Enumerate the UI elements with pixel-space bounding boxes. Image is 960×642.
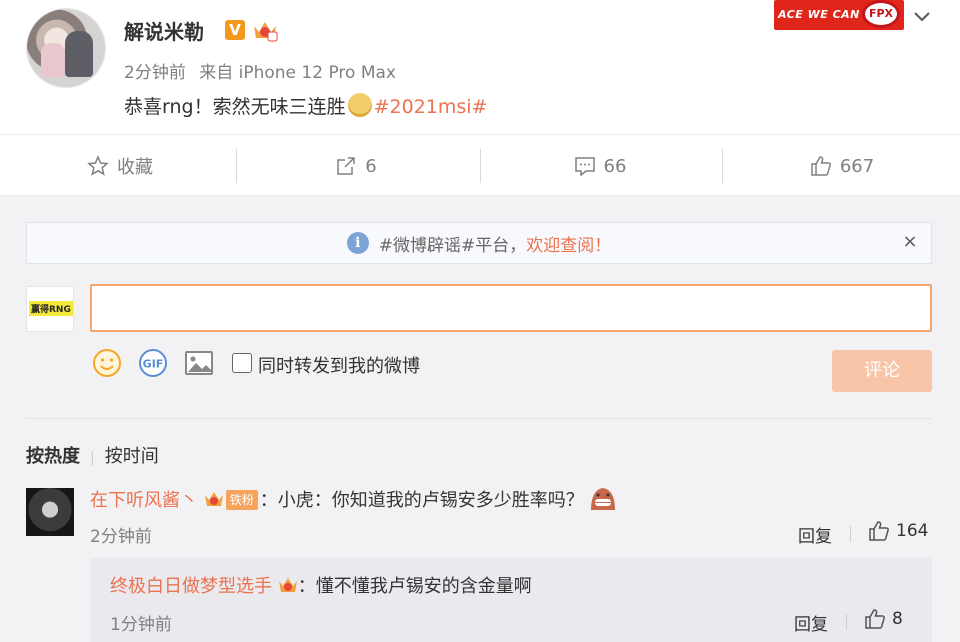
submit-comment-button[interactable]: 评论 [832,350,932,392]
comment-count: 66 [603,155,627,177]
my-avatar-text: 赢得RNG [29,301,73,316]
gif-icon[interactable]: GIF [138,348,168,378]
comment-button[interactable]: 66 [480,135,720,197]
sort-by-time[interactable]: 按时间 [105,446,159,467]
reply-thread: 终极白日做梦型选手 ：懂不懂我卢锡安的含金量啊 1分钟前 回复 8 [90,558,932,642]
emoji-icon[interactable] [92,348,122,378]
reply-button[interactable]: 回复 [798,522,832,547]
info-icon: i [346,232,369,254]
commenter-avatar[interactable] [26,488,74,536]
reply-text: ：懂不懂我卢锡安的含金量啊 [297,576,532,597]
comment-input[interactable] [90,284,932,332]
thumb-up-icon [869,521,889,541]
post-meta: 2分钟前 来自 iPhone 12 Pro Max [124,58,404,83]
replier-name[interactable]: 终极白日做梦型选手 [110,576,272,597]
grimace-emoji-icon [590,488,615,510]
post-text: 恭喜rng！索然无味三连胜 [124,96,346,118]
comment-time: 2分钟前 [90,527,152,547]
post-time: 2分钟前 [124,63,186,83]
favorite-label: 收藏 [117,157,153,178]
crown-fan-icon [204,492,223,506]
crown-fan-icon [254,22,278,42]
repost-checkbox-label[interactable]: 同时转发到我的微博 [258,352,420,378]
doge-emoji-icon [347,93,372,117]
my-avatar: 赢得RNG [26,286,74,332]
avatar-figure-adult [65,31,93,77]
crown-fan-icon [278,578,297,592]
reply-text-line: 终极白日做梦型选手 ：懂不懂我卢锡安的含金量啊 [110,572,532,598]
comment-section: i #微博辟谣#平台， 欢迎查阅！ × 赢得RNG GIF 同时转发到我的微博 … [0,196,960,642]
post-source: 来自 iPhone 12 Pro Max [199,63,396,83]
image-icon[interactable] [184,348,214,378]
divider [846,614,847,630]
comment-icon [574,157,595,177]
reply-button[interactable]: 回复 [794,610,828,635]
sort-by-hot[interactable]: 按热度 [26,446,80,467]
banner-text: ACE WE CAN [778,8,860,21]
share-icon [337,157,356,175]
thumb-up-icon [865,609,885,629]
sort-divider: | [90,450,95,466]
repost-button[interactable]: 6 [236,135,476,197]
favorite-button[interactable]: 收藏 [0,135,240,197]
comment-text: ：小虎：你知道我的卢锡安多少胜率吗？ [259,490,584,511]
close-icon[interactable]: × [900,232,920,252]
divider [850,526,851,542]
weibo-post: 解说米勒 V 2分钟前 来自 iPhone 12 Pro Max 恭喜rng！索… [0,0,960,134]
sort-tabs: 按热度 | 按时间 [26,442,159,468]
notice-link[interactable]: 欢迎查阅！ [526,231,611,256]
chevron-down-icon[interactable] [912,6,932,26]
notice-text: #微博辟谣#平台， [378,235,527,256]
reply-like-count: 8 [892,609,903,629]
rumor-notice[interactable]: i #微博辟谣#平台， 欢迎查阅！ [26,222,932,264]
section-divider [26,418,932,419]
like-button[interactable]: 667 [722,135,960,197]
fpx-logo: FPX [862,0,900,28]
comment-like-count: 164 [896,521,929,541]
fan-badge: 铁粉 [225,490,258,510]
post-action-bar: 收藏 6 66 667 [0,134,960,196]
commenter-name[interactable]: 在下听风酱丶 [90,490,198,511]
post-hashtag[interactable]: #2021msi# [374,96,488,118]
author-avatar[interactable] [26,8,106,88]
reply-time: 1分钟前 [110,615,172,635]
reply-like-button[interactable]: 8 [864,608,903,630]
svg-text:GIF: GIF [143,358,164,371]
repost-count: 6 [365,155,377,177]
verified-icon: V [225,20,245,40]
comment-like-button[interactable]: 164 [868,520,928,542]
avatar-figure-child [41,43,65,77]
like-count: 667 [839,155,875,177]
repost-checkbox[interactable] [232,353,252,373]
author-username[interactable]: 解说米勒 [124,16,204,45]
star-icon [87,155,109,176]
post-content: 恭喜rng！索然无味三连胜 #2021msi# [124,92,487,119]
thumb-up-icon [811,156,831,176]
comment-text-line: 在下听风酱丶 铁粉 ：小虎：你知道我的卢锡安多少胜率吗？ [90,484,618,514]
